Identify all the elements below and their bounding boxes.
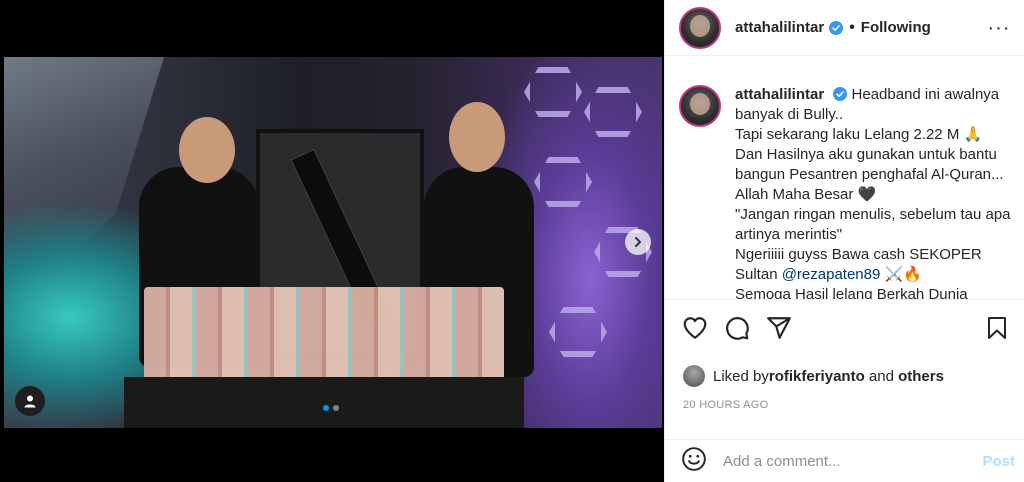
heart-icon xyxy=(683,316,707,339)
more-options-button[interactable]: ··· xyxy=(987,17,1011,39)
emoji-icon xyxy=(682,446,706,471)
liker-avatar[interactable] xyxy=(683,365,705,387)
following-button[interactable]: Following xyxy=(861,19,931,36)
post-timestamp[interactable]: 20 HOURS AGO xyxy=(683,399,769,411)
caption-text-line: Ngeriiiii guyss Bawa cash SEKOPER xyxy=(735,246,982,263)
post-caption: attahalilintar Headband ini awalnya bany… xyxy=(665,57,1024,299)
caption-text: attahalilintar Headband ini awalnya bany… xyxy=(735,85,1011,299)
verified-icon xyxy=(829,20,844,35)
comment-icon xyxy=(726,316,749,340)
liked-by-others-link[interactable]: others xyxy=(898,368,944,385)
emoji-button[interactable] xyxy=(681,446,707,477)
comment-button[interactable] xyxy=(723,314,751,342)
photo-head-right xyxy=(449,102,505,172)
author-avatar[interactable] xyxy=(679,6,721,49)
comment-bar: Post xyxy=(665,439,1024,482)
caption-text-line: Sultan xyxy=(735,266,782,283)
photo-head-left xyxy=(179,117,235,183)
caption-text-line: ⚔️🔥 xyxy=(880,266,922,283)
user-tag-button[interactable] xyxy=(15,386,45,416)
caption-line-sultan: Sultan @rezapaten89 ⚔️🔥 xyxy=(735,265,1011,285)
caption-text-line: Dan Hasilnya aku gunakan untuk bantu xyxy=(735,146,997,163)
share-icon xyxy=(767,316,791,339)
author-username[interactable]: attahalilintar xyxy=(735,19,824,36)
caption-text-line: bangun Pesantren penghafal Al-Quran... xyxy=(735,166,1004,183)
post-media xyxy=(0,0,664,482)
caption-mention-link[interactable]: @rezapaten89 xyxy=(782,266,881,283)
post-comment-button[interactable]: Post xyxy=(982,453,1015,470)
comment-input[interactable] xyxy=(723,452,983,470)
post-actions xyxy=(665,299,1024,355)
caption-text-line: Tapi sekarang laku Lelang 2.22 M 🙏 xyxy=(735,126,983,143)
save-icon xyxy=(988,316,1006,339)
caption-text-line: Allah Maha Besar 🖤 xyxy=(735,186,877,203)
carousel-dot-2 xyxy=(333,405,339,411)
caption-text-line: banyak di Bully.. xyxy=(735,106,844,123)
liked-by-user-link[interactable]: rofikferiyanto xyxy=(769,368,865,385)
liked-by-prefix: Liked by xyxy=(713,367,769,385)
carousel-indicator xyxy=(323,405,339,411)
likes-summary: Liked by rofikferiyanto and others xyxy=(683,365,944,387)
like-button[interactable] xyxy=(681,314,709,342)
caption-text-line: Headband ini awalnya xyxy=(851,86,1000,103)
post-photo[interactable] xyxy=(4,57,662,428)
photo-table xyxy=(124,377,524,428)
header-separator: • xyxy=(849,18,855,36)
user-tag-icon xyxy=(24,395,36,408)
carousel-dot-1 xyxy=(323,405,329,411)
caption-text-line: "Jangan ringan menulis, sebelum tau apa xyxy=(735,206,1011,223)
next-arrow-icon xyxy=(635,237,641,247)
caption-avatar[interactable] xyxy=(679,85,721,127)
share-button[interactable] xyxy=(765,314,793,342)
more-icon: ··· xyxy=(987,17,1011,39)
caption-text-line: Semoga Hasil lelang Berkah Dunia xyxy=(735,286,968,299)
post-sidebar: attahalilintar • Following ··· attahalil… xyxy=(664,0,1024,482)
caption-username[interactable]: attahalilintar xyxy=(735,86,824,103)
caption-text-line: artinya merintis" xyxy=(735,226,843,243)
carousel-next-button[interactable] xyxy=(625,229,651,255)
verified-icon xyxy=(833,87,848,101)
post-header: attahalilintar • Following ··· xyxy=(665,0,1024,56)
liked-by-and: and xyxy=(864,367,899,385)
save-button[interactable] xyxy=(983,314,1011,342)
caption-line-1: attahalilintar Headband ini awalnya xyxy=(735,85,1011,105)
